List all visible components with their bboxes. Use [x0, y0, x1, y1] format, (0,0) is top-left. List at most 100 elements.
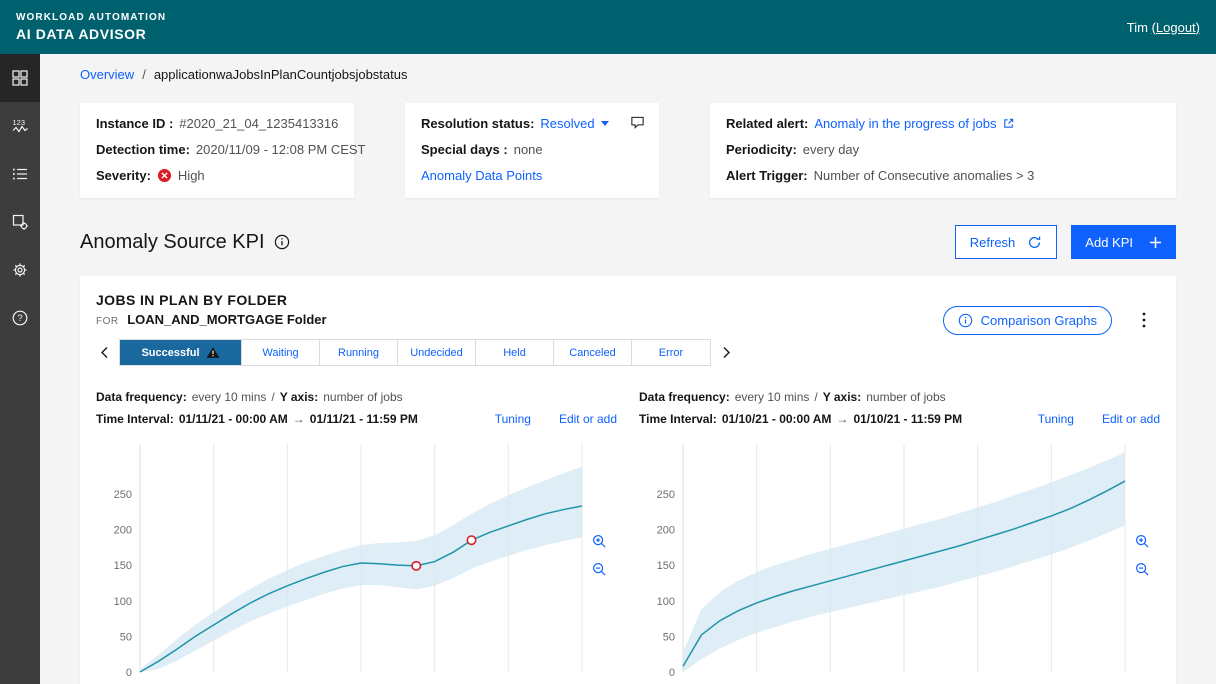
tab-held[interactable]: Held — [476, 340, 554, 365]
chart-meta-frequency: Data frequency: every 10 mins / Y axis: … — [639, 390, 1160, 404]
sidebar-item-kpis[interactable]: 123 — [0, 102, 40, 150]
chart-meta-frequency: Data frequency: every 10 mins / Y axis: … — [96, 390, 617, 404]
event-list-icon — [11, 165, 29, 183]
related-alert-link[interactable]: Anomaly in the progress of jobs — [814, 116, 996, 131]
tab-undecided[interactable]: Undecided — [398, 340, 476, 365]
zoom-controls — [1135, 534, 1150, 684]
chart-wrap: 050100150200250 — [639, 438, 1160, 684]
add-kpi-button[interactable]: Add KPI — [1071, 225, 1176, 259]
app-branding: WORKLOAD AUTOMATION AI DATA ADVISOR — [16, 12, 166, 42]
kpi-for-prefix: FOR — [96, 316, 119, 327]
tuning-link[interactable]: Tuning — [495, 412, 531, 426]
sidebar-item-alerts[interactable] — [0, 150, 40, 198]
arrow-right-icon: → — [836, 412, 848, 426]
breadcrumb-overview[interactable]: Overview — [80, 67, 134, 82]
svg-text:0: 0 — [126, 667, 132, 679]
resolution-status-dropdown[interactable]: Resolved — [540, 116, 594, 131]
breadcrumb-current: applicationwaJobsInPlanCountjobsjobstatu… — [154, 67, 408, 82]
zoom-out-icon[interactable] — [1135, 562, 1150, 577]
time-interval-label: Time Interval: — [639, 412, 717, 426]
alert-trigger-value: Number of Consecutive anomalies > 3 — [814, 168, 1035, 183]
user-menu: Tim (Logout) — [1127, 20, 1200, 35]
refresh-label: Refresh — [970, 235, 1016, 250]
refresh-button[interactable]: Refresh — [955, 225, 1058, 259]
severity-error-icon — [157, 168, 172, 183]
chat-icon — [630, 115, 645, 130]
sidebar-item-settings[interactable] — [0, 246, 40, 294]
edit-or-add-link[interactable]: Edit or add — [1102, 412, 1160, 426]
data-frequency-value: every 10 mins — [192, 390, 267, 404]
chart-panel-previous: Data frequency: every 10 mins / Y axis: … — [639, 390, 1160, 684]
help-icon: ? — [11, 309, 29, 327]
svg-text:0: 0 — [669, 667, 675, 679]
kpi-card: JOBS IN PLAN BY FOLDER FOR LOAN_AND_MORT… — [80, 276, 1176, 684]
related-alert-label: Related alert: — [726, 116, 808, 131]
chart-panels: Data frequency: every 10 mins / Y axis: … — [96, 390, 1160, 684]
tuning-link[interactable]: Tuning — [1038, 412, 1074, 426]
time-interval-start: 01/11/21 - 00:00 AM — [179, 412, 288, 426]
svg-text:100: 100 — [657, 596, 675, 608]
section-title-wrap: Anomaly Source KPI — [80, 231, 290, 254]
svg-text:250: 250 — [657, 489, 675, 501]
time-interval-end: 01/10/21 - 11:59 PM — [853, 412, 962, 426]
svg-text:?: ? — [17, 313, 22, 324]
kpi-folder-name: LOAN_AND_MORTGAGE Folder — [127, 312, 326, 327]
info-icon — [958, 313, 973, 328]
meta-separator: / — [814, 390, 817, 404]
feedback-button[interactable] — [630, 115, 645, 135]
instance-card: Instance ID : #2020_21_04_1235413316 Det… — [80, 103, 354, 198]
tab-waiting[interactable]: Waiting — [242, 340, 320, 365]
tab-running[interactable]: Running — [320, 340, 398, 365]
severity-label: Severity: — [96, 168, 151, 183]
svg-text:50: 50 — [120, 631, 132, 643]
svg-text:200: 200 — [657, 525, 675, 537]
comparison-graphs-button[interactable]: Comparison Graphs — [943, 306, 1112, 335]
zoom-controls — [592, 534, 607, 684]
detection-time-label: Detection time: — [96, 142, 190, 157]
anomaly-data-points-link[interactable]: Anomaly Data Points — [421, 168, 542, 183]
app-header: WORKLOAD AUTOMATION AI DATA ADVISOR Tim … — [0, 0, 1216, 54]
y-axis-label: Y axis: — [280, 390, 318, 404]
svg-text:150: 150 — [657, 560, 675, 572]
alert-trigger-label: Alert Trigger: — [726, 168, 808, 183]
sidebar-item-dashboard[interactable] — [0, 54, 40, 102]
tabs-scroll-left[interactable] — [96, 346, 112, 359]
dashboard-icon — [11, 69, 29, 87]
tab-label: Running — [338, 347, 379, 359]
sidebar-item-deployments[interactable] — [0, 198, 40, 246]
anomaly-point[interactable] — [412, 562, 420, 570]
section-actions: Refresh Add KPI — [955, 225, 1176, 259]
warning-icon — [206, 346, 220, 359]
tab-label: Error — [659, 347, 683, 359]
zoom-in-icon[interactable] — [1135, 534, 1150, 549]
sidebar: 123 — [0, 54, 40, 684]
caret-down-icon — [601, 121, 609, 126]
tab-error[interactable]: Error — [632, 340, 710, 365]
line-chart: 050100150200250 — [639, 438, 1133, 684]
zoom-out-icon[interactable] — [592, 562, 607, 577]
time-interval-label: Time Interval: — [96, 412, 174, 426]
instance-id-label: Instance ID : — [96, 116, 173, 131]
y-axis-value: number of jobs — [866, 390, 945, 404]
tabs-scroll-right[interactable] — [718, 346, 734, 359]
instance-id-value: #2020_21_04_1235413316 — [179, 116, 338, 131]
y-axis-label: Y axis: — [823, 390, 861, 404]
zoom-in-icon[interactable] — [592, 534, 607, 549]
resolution-card: Resolution status: Resolved Special days… — [405, 103, 659, 198]
plus-icon — [1149, 236, 1162, 249]
tab-successful[interactable]: Successful — [120, 340, 242, 365]
info-icon[interactable] — [274, 234, 290, 250]
sidebar-item-help[interactable]: ? — [0, 294, 40, 342]
tab-canceled[interactable]: Canceled — [554, 340, 632, 365]
refresh-icon — [1027, 235, 1042, 250]
overflow-menu-button[interactable] — [1142, 312, 1146, 333]
breadcrumb-separator: / — [142, 67, 146, 82]
settings-gear-icon — [11, 261, 29, 279]
edit-or-add-link[interactable]: Edit or add — [559, 412, 617, 426]
time-interval-end: 01/11/21 - 11:59 PM — [310, 412, 418, 426]
anomaly-point[interactable] — [467, 536, 475, 544]
tab-label: Waiting — [262, 347, 298, 359]
logout-link[interactable]: (Logout) — [1152, 20, 1200, 35]
periodicity-value: every day — [803, 142, 859, 157]
special-days-label: Special days : — [421, 142, 508, 157]
